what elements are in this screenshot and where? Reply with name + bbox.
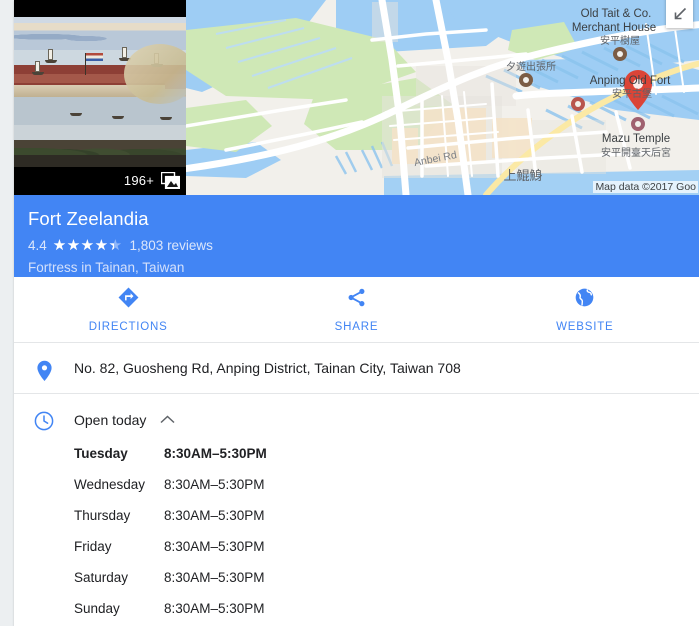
hours-day-time: 8:30AM–5:30PM bbox=[164, 570, 265, 585]
directions-button[interactable]: DIRECTIONS bbox=[14, 277, 242, 342]
svg-text:Merchant House: Merchant House bbox=[572, 22, 656, 34]
svg-text:Anping Old Fort: Anping Old Fort bbox=[590, 75, 671, 87]
place-category: Fortress in Tainan, Taiwan bbox=[28, 260, 185, 275]
address-text: No. 82, Guosheng Rd, Anping District, Ta… bbox=[74, 360, 461, 376]
chevron-up-icon[interactable] bbox=[160, 411, 175, 429]
hours-day-name: Friday bbox=[74, 539, 112, 554]
map-attribution: Map data ©2017 Goo bbox=[593, 181, 698, 193]
share-label: SHARE bbox=[334, 321, 379, 333]
map-canvas: .wt{fill:#9ecdf4} .gr{fill:#cfe8b6} .ld{… bbox=[186, 0, 699, 195]
photo-count-label: 196+ bbox=[123, 173, 154, 188]
hours-day-row: Tuesday 8:30AM–5:30PM bbox=[74, 446, 685, 461]
map-preview[interactable]: .wt{fill:#9ecdf4} .gr{fill:#cfe8b6} .ld{… bbox=[186, 0, 699, 195]
place-title: Fort Zeelandia bbox=[28, 208, 149, 229]
star-rating: ★★★★★ ★★★★★ bbox=[53, 238, 123, 253]
svg-text:安平古堡: 安平古堡 bbox=[612, 87, 652, 100]
hours-day-row: Friday 8:30AM–5:30PM bbox=[74, 539, 685, 554]
photo-count-badge[interactable]: 196+ bbox=[123, 171, 181, 190]
historical-painting-image bbox=[14, 17, 186, 167]
collapse-diagonal-icon bbox=[674, 7, 687, 20]
hours-day-time: 8:30AM–5:30PM bbox=[164, 601, 265, 616]
location-pin-icon bbox=[14, 343, 74, 393]
hours-day-time: 8:30AM–5:30PM bbox=[164, 508, 265, 523]
website-button[interactable]: WEBSITE bbox=[471, 277, 699, 342]
svg-text:夕遊出張所: 夕遊出張所 bbox=[506, 60, 556, 73]
svg-text:安平樹屋: 安平樹屋 bbox=[600, 34, 640, 47]
review-count[interactable]: 1,803 reviews bbox=[130, 238, 213, 253]
hours-day-row: Wednesday 8:30AM–5:30PM bbox=[74, 477, 685, 492]
place-card-screen: 196+ .wt{fill:#9ecdf4} .gr{fill:#cfe8b6} bbox=[0, 0, 699, 626]
action-bar: DIRECTIONS SHARE WEBSITE bbox=[14, 277, 699, 343]
hours-day-row: Sunday 8:30AM–5:30PM bbox=[74, 601, 685, 616]
clock-icon bbox=[14, 394, 74, 626]
hours-day-time: 8:30AM–5:30PM bbox=[164, 477, 265, 492]
hours-header[interactable]: Open today bbox=[74, 411, 685, 429]
rating-value: 4.4 bbox=[28, 237, 47, 253]
place-photo-thumbnail[interactable]: 196+ bbox=[14, 0, 186, 195]
media-strip: 196+ .wt{fill:#9ecdf4} .gr{fill:#cfe8b6} bbox=[14, 0, 699, 195]
hours-day-name: Thursday bbox=[74, 508, 131, 523]
painting-treeline bbox=[14, 135, 186, 155]
svg-text:Old Tait & Co.: Old Tait & Co. bbox=[581, 8, 652, 20]
hours-day-row: Saturday 8:30AM–5:30PM bbox=[74, 570, 685, 585]
hours-table: Tuesday 8:30AM–5:30PM Wednesday 8:30AM–5:30… bbox=[74, 446, 685, 626]
open-today-label: Open today bbox=[74, 412, 147, 428]
globe-icon bbox=[573, 286, 596, 314]
share-icon bbox=[345, 286, 368, 314]
hours-row[interactable]: Open today Tuesday 8:30AM–5:30PM Wednesday… bbox=[14, 394, 699, 626]
address-body: No. 82, Guosheng Rd, Anping District, Ta… bbox=[74, 343, 699, 393]
rating-row[interactable]: 4.4 ★★★★★ ★★★★★ 1,803 reviews bbox=[28, 237, 699, 253]
photo-stack-icon bbox=[160, 171, 181, 190]
place-info-card: 196+ .wt{fill:#9ecdf4} .gr{fill:#cfe8b6} bbox=[14, 0, 699, 626]
stars-filled: ★★★★★ bbox=[52, 237, 114, 253]
hours-body: Open today Tuesday 8:30AM–5:30PM Wednesday… bbox=[74, 394, 699, 626]
map-expand-button[interactable] bbox=[666, 0, 693, 28]
place-header: Fort Zeelandia 4.4 ★★★★★ ★★★★★ 1,803 rev… bbox=[14, 195, 699, 277]
svg-text:Mazu Temple: Mazu Temple bbox=[602, 133, 670, 145]
hours-day-time: 8:30AM–5:30PM bbox=[164, 446, 267, 461]
address-row[interactable]: No. 82, Guosheng Rd, Anping District, Ta… bbox=[14, 343, 699, 394]
svg-text:上鯤鯓: 上鯤鯓 bbox=[503, 169, 542, 184]
hours-day-name: Wednesday bbox=[74, 477, 146, 492]
share-button[interactable]: SHARE bbox=[242, 277, 470, 342]
hours-day-name: Saturday bbox=[74, 570, 129, 585]
hours-day-name: Tuesday bbox=[74, 446, 128, 461]
svg-text:安平開臺天后宮: 安平開臺天后宮 bbox=[601, 146, 671, 159]
directions-label: DIRECTIONS bbox=[88, 321, 168, 333]
hours-day-row: Thursday 8:30AM–5:30PM bbox=[74, 508, 685, 523]
hours-day-time: 8:30AM–5:30PM bbox=[164, 539, 265, 554]
hours-day-name: Sunday bbox=[74, 601, 120, 616]
website-label: WEBSITE bbox=[556, 321, 614, 333]
directions-icon bbox=[117, 286, 140, 314]
